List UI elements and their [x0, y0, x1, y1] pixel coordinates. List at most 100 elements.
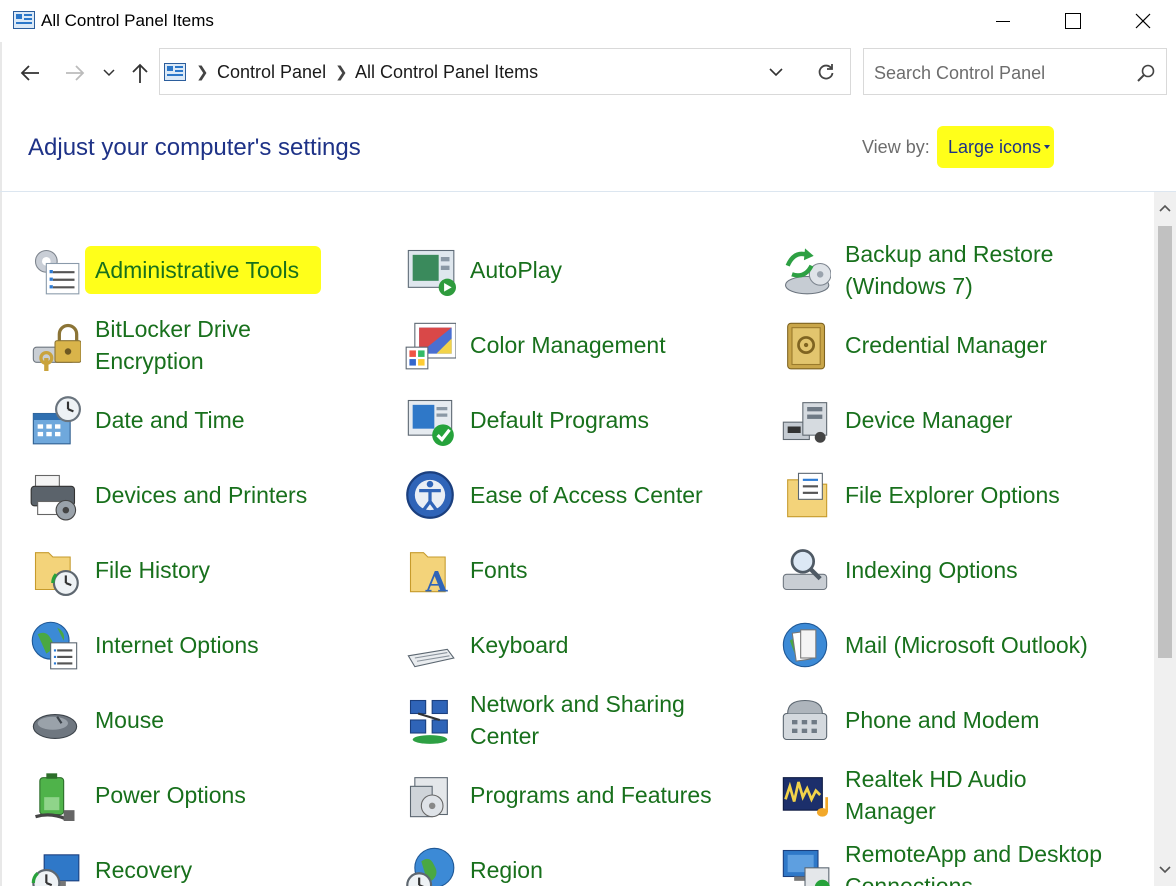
recent-locations-button[interactable] [100, 60, 118, 86]
credential-manager-icon[interactable] [779, 319, 831, 371]
item-label[interactable]: Network and Sharing Center [470, 688, 685, 752]
item-label[interactable]: Devices and Printers [95, 479, 307, 511]
item-credential-manager[interactable]: Credential Manager [779, 319, 1139, 381]
item-label[interactable]: Backup and Restore (Windows 7) [845, 238, 1053, 302]
scrollbar-thumb[interactable] [1158, 226, 1172, 658]
fonts-icon[interactable]: A [404, 544, 456, 596]
caret-down-icon[interactable] [1044, 145, 1050, 149]
item-remoteapp[interactable]: RemoteApp and Desktop Connections [779, 841, 1139, 886]
up-button[interactable] [127, 60, 153, 86]
item-device-manager[interactable]: Device Manager [779, 394, 1139, 456]
bitlocker-icon[interactable] [29, 319, 81, 371]
breadcrumb-all-items[interactable]: All Control Panel Items [355, 62, 538, 83]
item-recovery[interactable]: Recovery [29, 844, 389, 886]
item-power-options[interactable]: Power Options [29, 769, 389, 831]
maximize-button[interactable] [1038, 0, 1108, 42]
close-button[interactable] [1108, 0, 1176, 42]
item-default-programs[interactable]: Default Programs [404, 394, 764, 456]
item-label[interactable]: Date and Time [95, 404, 245, 436]
item-region[interactable]: Region [404, 844, 764, 886]
item-backup-restore[interactable]: Backup and Restore (Windows 7) [779, 241, 1139, 306]
mouse-icon[interactable] [29, 694, 81, 746]
region-icon[interactable] [404, 844, 456, 886]
search-placeholder[interactable]: Search Control Panel [874, 63, 1045, 84]
programs-features-icon[interactable] [404, 769, 456, 821]
item-label[interactable]: Fonts [470, 554, 528, 586]
search-box[interactable]: Search Control Panel [863, 48, 1167, 95]
minimize-button[interactable] [968, 0, 1038, 42]
forward-button[interactable] [62, 60, 88, 86]
item-label[interactable]: Mail (Microsoft Outlook) [845, 629, 1088, 661]
view-by-dropdown[interactable]: Large icons [948, 137, 1041, 158]
autoplay-icon[interactable] [404, 244, 456, 296]
item-mouse[interactable]: Mouse [29, 694, 389, 756]
item-label[interactable]: Region [470, 854, 543, 886]
item-label[interactable]: Internet Options [95, 629, 259, 661]
item-label[interactable]: Ease of Access Center [470, 479, 703, 511]
item-label[interactable]: Phone and Modem [845, 704, 1039, 736]
ease-of-access-icon[interactable] [404, 469, 456, 521]
color-management-icon[interactable] [404, 319, 456, 371]
item-realtek-audio[interactable]: Realtek HD Audio Manager [779, 766, 1139, 831]
item-admin-tools[interactable]: Administrative Tools [29, 244, 389, 306]
date-time-icon[interactable] [29, 394, 81, 446]
item-label[interactable]: Realtek HD Audio Manager [845, 763, 1027, 827]
devices-printers-icon[interactable] [29, 469, 81, 521]
network-sharing-icon[interactable] [404, 694, 456, 746]
item-label[interactable]: Color Management [470, 329, 666, 361]
item-ease-of-access[interactable]: Ease of Access Center [404, 469, 764, 531]
chevron-right-icon[interactable]: ❯ [335, 63, 348, 81]
item-autoplay[interactable]: AutoPlay [404, 244, 764, 306]
mail-icon[interactable] [779, 619, 831, 671]
item-label[interactable]: Administrative Tools [95, 254, 299, 286]
file-explorer-options-icon[interactable] [779, 469, 831, 521]
item-label[interactable]: Device Manager [845, 404, 1012, 436]
item-indexing-options[interactable]: Indexing Options [779, 544, 1139, 606]
item-color-management[interactable]: Color Management [404, 319, 764, 381]
phone-modem-icon[interactable] [779, 694, 831, 746]
item-label[interactable]: Keyboard [470, 629, 568, 661]
file-history-icon[interactable] [29, 544, 81, 596]
item-label[interactable]: Credential Manager [845, 329, 1047, 361]
search-icon[interactable] [1136, 63, 1156, 83]
item-label[interactable]: BitLocker Drive Encryption [95, 313, 251, 377]
item-internet-options[interactable]: Internet Options [29, 619, 389, 681]
address-dropdown-button[interactable] [763, 61, 789, 83]
breadcrumb-control-panel[interactable]: Control Panel [217, 62, 326, 83]
power-options-icon[interactable] [29, 769, 81, 821]
item-label[interactable]: File History [95, 554, 210, 586]
vertical-scrollbar[interactable] [1154, 192, 1176, 886]
item-label[interactable]: Power Options [95, 779, 246, 811]
item-network-sharing[interactable]: Network and Sharing Center [404, 691, 764, 756]
backup-restore-icon[interactable] [779, 244, 831, 296]
recovery-icon[interactable] [29, 844, 81, 886]
scroll-up-button[interactable] [1154, 192, 1176, 224]
item-file-history[interactable]: File History [29, 544, 389, 606]
item-label[interactable]: Default Programs [470, 404, 649, 436]
back-button[interactable] [17, 60, 43, 86]
item-label[interactable]: RemoteApp and Desktop Connections [845, 838, 1102, 886]
default-programs-icon[interactable] [404, 394, 456, 446]
item-file-explorer-options[interactable]: File Explorer Options [779, 469, 1139, 531]
remoteapp-icon[interactable] [779, 844, 831, 886]
item-fonts[interactable]: A Fonts [404, 544, 764, 606]
internet-options-icon[interactable] [29, 619, 81, 671]
refresh-button[interactable] [801, 48, 851, 95]
item-label[interactable]: Indexing Options [845, 554, 1018, 586]
item-bitlocker[interactable]: BitLocker Drive Encryption [29, 316, 389, 381]
item-label[interactable]: File Explorer Options [845, 479, 1060, 511]
chevron-right-icon[interactable]: ❯ [196, 63, 209, 81]
item-label[interactable]: Programs and Features [470, 779, 712, 811]
item-mail[interactable]: Mail (Microsoft Outlook) [779, 619, 1139, 681]
device-manager-icon[interactable] [779, 394, 831, 446]
indexing-options-icon[interactable] [779, 544, 831, 596]
item-phone-modem[interactable]: Phone and Modem [779, 694, 1139, 756]
realtek-audio-icon[interactable] [779, 769, 831, 821]
address-bar[interactable]: ❯ Control Panel ❯ All Control Panel Item… [159, 48, 802, 95]
admin-tools-icon[interactable] [29, 244, 81, 296]
item-devices-printers[interactable]: Devices and Printers [29, 469, 389, 531]
item-label[interactable]: Recovery [95, 854, 192, 886]
item-date-time[interactable]: Date and Time [29, 394, 389, 456]
item-label[interactable]: AutoPlay [470, 254, 562, 286]
item-keyboard[interactable]: Keyboard [404, 619, 764, 681]
